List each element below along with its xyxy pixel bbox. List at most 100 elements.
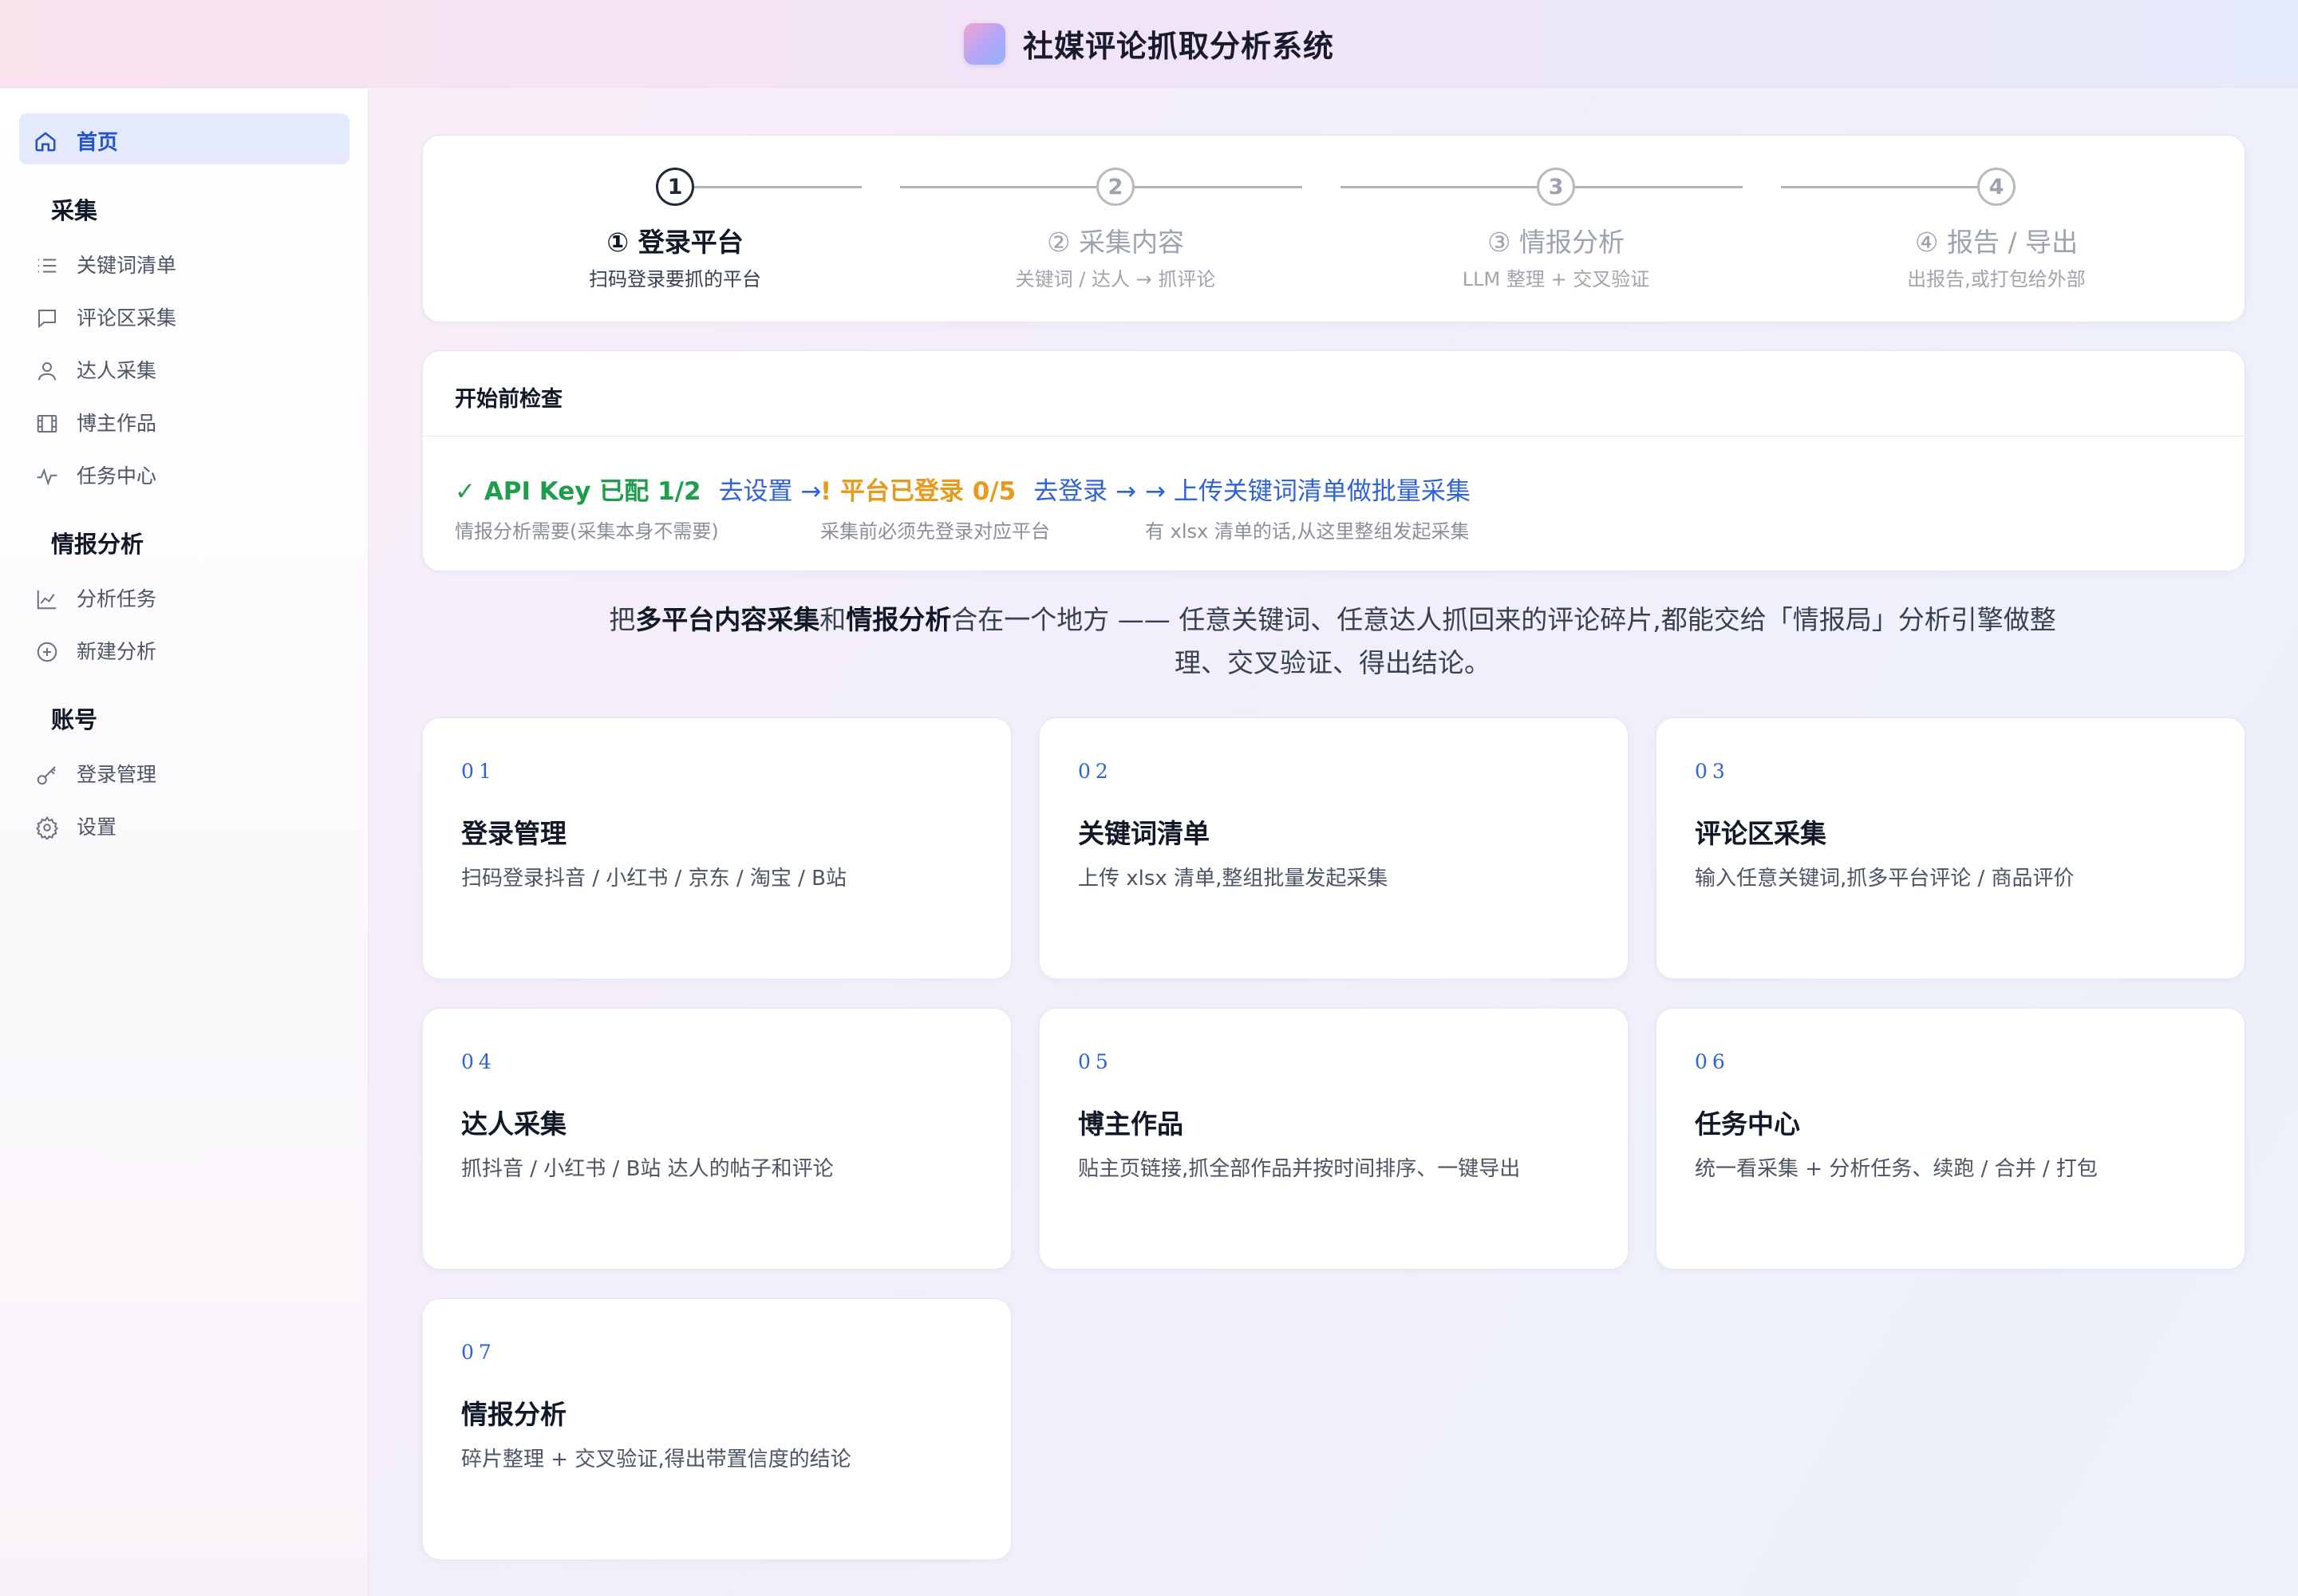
sidebar-item-task-center[interactable]: 任务中心	[19, 453, 349, 493]
step-3-subtitle: LLM 整理 + 交叉验证	[1462, 268, 1650, 290]
feature-card-intel-analysis[interactable]: 07 情报分析 碎片整理 + 交叉验证,得出带置信度的结论	[422, 1298, 1012, 1560]
feature-desc: 抓抖音 / 小红书 / B站 达人的帖子和评论	[461, 1157, 834, 1181]
feature-title: 博主作品	[1078, 1108, 1183, 1140]
feature-number: 01	[461, 760, 496, 783]
step-connector	[675, 186, 862, 188]
check-keyword-upload: → 上传关键词清单做批量采集 有 xlsx 清单的话,从这里整组发起采集	[1145, 471, 1471, 543]
feature-desc: 统一看采集 + 分析任务、续跑 / 合并 / 打包	[1695, 1157, 2098, 1181]
intro-text: 把多平台内容采集和情报分析合在一个地方 —— 任意关键词、任意达人抓回来的评论碎…	[590, 598, 2075, 685]
sidebar-item-label: 设置	[77, 816, 117, 839]
sidebar-item-label: 登录管理	[77, 763, 157, 786]
step-1-title: ① 登录平台	[606, 227, 744, 258]
sidebar-item-label: 新建分析	[77, 640, 157, 663]
step-4-circle[interactable]: 4	[1977, 168, 2016, 206]
feature-title: 任务中心	[1695, 1108, 1800, 1140]
precheck-panel: 开始前检查 ✓ API Key 已配 1/2 去设置 → 情报分析需要(采集本身不…	[422, 350, 2245, 571]
sidebar-item-label: 评论区采集	[77, 306, 177, 330]
app-title: 社媒评论抓取分析系统	[1022, 29, 1334, 64]
sidebar: 首页 采集 关键词清单 评论区采集 达人采集 博主作品 任务中心 情报分析 分析…	[0, 89, 369, 1596]
precheck-title: 开始前检查	[455, 387, 563, 412]
step-2-circle[interactable]: 2	[1096, 168, 1135, 206]
step-2-title: ② 采集内容	[1046, 227, 1185, 258]
feature-title: 评论区采集	[1695, 818, 1826, 849]
step-3-circle[interactable]: 3	[1537, 168, 1575, 206]
feature-title: 登录管理	[461, 818, 567, 849]
step-4-subtitle: 出报告,或打包给外部	[1907, 268, 2086, 290]
feature-title: 情报分析	[461, 1399, 567, 1430]
check-api-key: ✓ API Key 已配 1/2 去设置 → 情报分析需要(采集本身不需要)	[455, 471, 822, 543]
sidebar-item-label: 关键词清单	[77, 254, 177, 277]
film-icon	[37, 415, 57, 433]
intro-part: 合在一个地方 —— 任意关键词、任意达人抓回来的评论碎片,都能交给「情报局」分析…	[951, 604, 2056, 678]
feature-number: 02	[1078, 760, 1113, 783]
sidebar-item-label: 分析任务	[77, 587, 157, 610]
feature-title: 达人采集	[461, 1108, 567, 1140]
list-icon	[38, 259, 57, 273]
sidebar-item-blogger-works[interactable]: 博主作品	[19, 401, 349, 440]
upload-keyword-list-link[interactable]: → 上传关键词清单做批量采集	[1145, 477, 1471, 506]
feature-number: 03	[1695, 760, 1730, 783]
check-platform-login: ! 平台已登录 0/5 去登录 → 采集前必须先登录对应平台	[820, 471, 1136, 543]
intro-part: 把	[609, 604, 636, 635]
feature-card-keyword-list[interactable]: 02 关键词清单 上传 xlsx 清单,整组批量发起采集	[1039, 717, 1629, 979]
user-icon	[38, 362, 56, 381]
sidebar-item-label: 博主作品	[77, 412, 157, 435]
feature-number: 07	[461, 1341, 496, 1364]
feature-number: 05	[1078, 1050, 1113, 1073]
home-icon	[35, 132, 56, 152]
sidebar-item-settings[interactable]: 设置	[19, 804, 349, 844]
activity-icon	[37, 468, 57, 486]
sidebar-item-comment-collect[interactable]: 评论区采集	[19, 295, 349, 335]
sidebar-section-account: 账号	[51, 706, 98, 733]
feature-desc: 扫码登录抖音 / 小红书 / 京东 / 淘宝 / B站	[461, 867, 847, 891]
sidebar-item-label: 首页	[77, 131, 119, 155]
step-4-title: ④ 报告 / 导出	[1914, 227, 2079, 258]
sidebar-item-home[interactable]: 首页	[19, 113, 349, 164]
sidebar-section-collect: 采集	[51, 197, 98, 224]
feature-card-comment-collect[interactable]: 03 评论区采集 输入任意关键词,抓多平台评论 / 商品评价	[1656, 717, 2245, 979]
feature-number: 04	[461, 1050, 496, 1073]
step-1-circle[interactable]: 1	[656, 168, 694, 206]
api-key-desc: 情报分析需要(采集本身不需要)	[455, 520, 719, 543]
feature-title: 关键词清单	[1078, 818, 1210, 849]
feature-card-influencer-collect[interactable]: 04 达人采集 抓抖音 / 小红书 / B站 达人的帖子和评论	[422, 1008, 1012, 1270]
feature-desc: 上传 xlsx 清单,整组批量发起采集	[1078, 867, 1388, 891]
sidebar-item-analysis-tasks[interactable]: 分析任务	[19, 576, 349, 616]
app-header: 社媒评论抓取分析系统	[0, 0, 2298, 88]
step-3-title: ③ 情报分析	[1487, 227, 1625, 258]
feature-desc: 碎片整理 + 交叉验证,得出带置信度的结论	[461, 1448, 851, 1472]
gear-icon	[36, 816, 58, 839]
feature-card-blogger-works[interactable]: 05 博主作品 贴主页链接,抓全部作品并按时间排序、一键导出	[1039, 1008, 1629, 1270]
app-logo	[963, 22, 1005, 65]
intro-bold: 多平台内容采集	[635, 604, 820, 635]
upload-keyword-desc: 有 xlsx 清单的话,从这里整组发起采集	[1145, 520, 1470, 543]
feature-card-login[interactable]: 01 登录管理 扫码登录抖音 / 小红书 / 京东 / 淘宝 / B站	[422, 717, 1012, 979]
platform-login-status: ! 平台已登录 0/5	[820, 477, 1017, 506]
sidebar-item-label: 达人采集	[77, 359, 157, 382]
platform-login-desc: 采集前必须先登录对应平台	[820, 520, 1050, 543]
api-key-status: ✓ API Key 已配 1/2	[455, 477, 701, 506]
sidebar-item-label: 任务中心	[77, 464, 157, 488]
key-icon	[37, 766, 56, 785]
sidebar-item-login-manage[interactable]: 登录管理	[19, 752, 349, 792]
plus-circle-icon	[37, 642, 57, 662]
step-connector	[1781, 186, 1980, 188]
go-login-link[interactable]: 去登录 →	[1033, 477, 1136, 506]
step-1-subtitle: 扫码登录要抓的平台	[589, 268, 761, 290]
feature-card-task-center[interactable]: 06 任务中心 统一看采集 + 分析任务、续跑 / 合并 / 打包	[1656, 1008, 2245, 1270]
sidebar-item-keyword-list[interactable]: 关键词清单	[19, 243, 349, 282]
intro-part: 和	[819, 604, 847, 635]
sidebar-item-new-analysis[interactable]: 新建分析	[19, 629, 349, 669]
feature-desc: 输入任意关键词,抓多平台评论 / 商品评价	[1695, 867, 2075, 891]
go-settings-link[interactable]: 去设置 →	[719, 477, 822, 506]
divider	[423, 436, 2245, 437]
sidebar-section-intel: 情报分析	[51, 531, 144, 558]
chart-line-icon	[37, 590, 57, 610]
progress-stepper: 1 2 3 4 ① 登录平台 ② 采集内容 ③ 情报分析 ④ 报告 / 导出 扫…	[422, 135, 2245, 322]
intro-bold: 情报分析	[846, 604, 952, 635]
feature-desc: 贴主页链接,抓全部作品并按时间排序、一键导出	[1078, 1157, 1521, 1181]
sidebar-item-influencer-collect[interactable]: 达人采集	[19, 348, 349, 388]
step-2-subtitle: 关键词 / 达人 → 抓评论	[1015, 268, 1216, 290]
feature-number: 06	[1695, 1050, 1730, 1073]
comment-icon	[38, 310, 56, 329]
